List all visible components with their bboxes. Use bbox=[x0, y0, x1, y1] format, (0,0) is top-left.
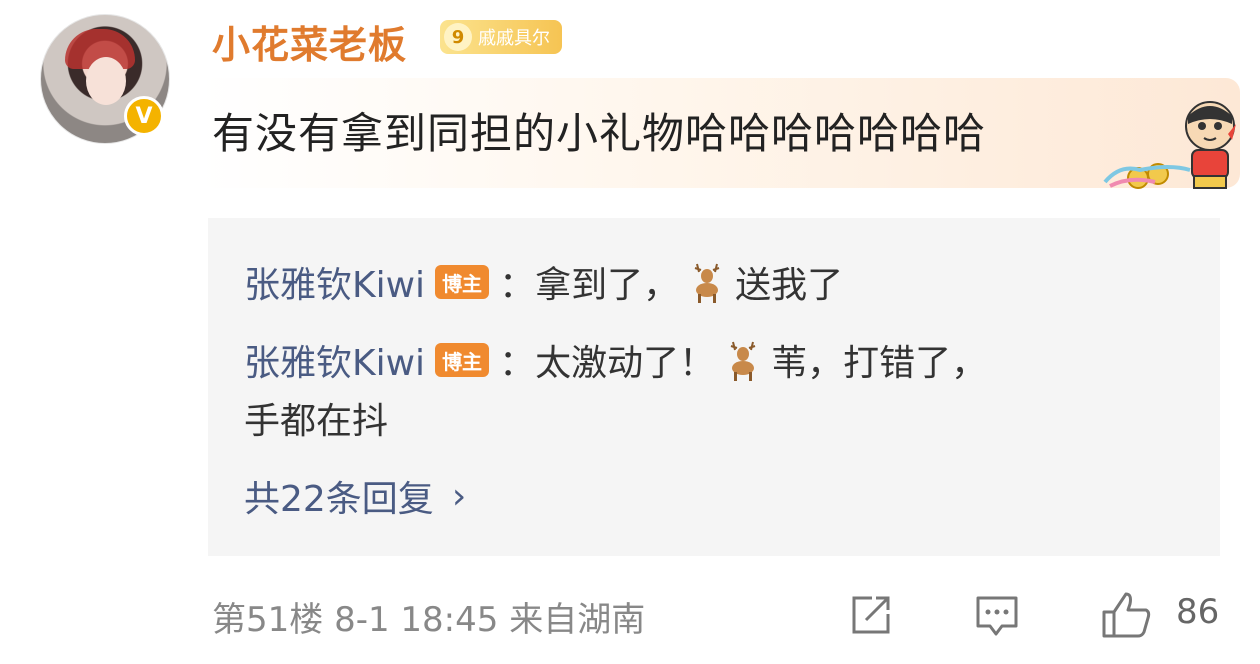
share-icon[interactable] bbox=[846, 590, 896, 640]
reply-text-tail: 苇，打错了， bbox=[771, 343, 988, 384]
reply-item[interactable]: 张雅钦Kiwi 博主 ：太激动了！ 苇，打错了， bbox=[244, 334, 987, 386]
commenter-name[interactable]: 小花菜老板 bbox=[212, 14, 407, 69]
reply-text: ：拿到了， bbox=[499, 265, 680, 306]
fan-level-badge[interactable]: 9 戚戚具尔 bbox=[440, 20, 562, 54]
more-replies-label: 共22条回复 bbox=[244, 479, 434, 520]
host-tag: 博主 bbox=[435, 343, 490, 377]
reply-text: ：太激动了！ bbox=[499, 343, 716, 384]
reply-text-tail: 送我了 bbox=[735, 265, 844, 306]
deer-emoji-icon bbox=[694, 263, 720, 303]
like-count: 86 bbox=[1176, 592, 1220, 632]
reply-item[interactable]: 张雅钦Kiwi 博主 ：拿到了， 送我了 bbox=[244, 256, 843, 308]
chevron-right-icon: › bbox=[451, 475, 467, 517]
floor-number: 第51楼 bbox=[212, 600, 324, 640]
reply-author[interactable]: 张雅钦Kiwi bbox=[244, 256, 425, 308]
comment-text: 有没有拿到同担的小礼物哈哈哈哈哈哈哈 bbox=[212, 109, 987, 158]
host-tag: 博主 bbox=[435, 265, 490, 299]
reply-text-continuation: 手都在抖 bbox=[244, 401, 389, 442]
comment-time: 8-1 18:45 bbox=[334, 600, 499, 640]
cartoon-sticker bbox=[1103, 101, 1236, 189]
like-icon[interactable] bbox=[1100, 590, 1154, 640]
comment-icon[interactable] bbox=[972, 590, 1022, 640]
view-more-replies-link[interactable]: 共22条回复 › bbox=[244, 470, 466, 522]
fan-level-number: 9 bbox=[444, 23, 472, 51]
fan-level-title: 戚戚具尔 bbox=[478, 28, 550, 49]
reply-author[interactable]: 张雅钦Kiwi bbox=[244, 334, 425, 386]
verified-badge-icon: V bbox=[124, 96, 164, 136]
comment-meta: 第51楼 8-1 18:45 来自湖南 bbox=[212, 592, 645, 641]
deer-emoji-icon bbox=[730, 341, 756, 381]
avatar-face bbox=[86, 57, 126, 105]
comment-location: 来自湖南 bbox=[509, 600, 646, 640]
